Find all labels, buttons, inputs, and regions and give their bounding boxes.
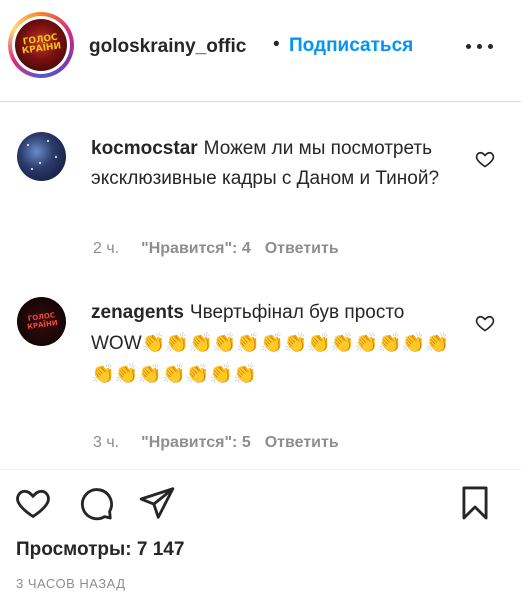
comment-likes[interactable]: "Нравится": 5 — [141, 434, 251, 451]
clapping-emojis: 👏👏👏👏👏👏👏👏👏👏👏👏👏👏👏👏👏👏👏👏 — [91, 332, 450, 385]
post-timestamp: 3 ЧАСОВ НАЗАД — [16, 576, 126, 591]
comment-text: zenagents Чвертьфінал був просто WOW👏👏👏👏👏… — [91, 298, 451, 390]
comment-time: 2 ч. — [93, 240, 120, 257]
post-header: ГОЛОС КРАЇНИ goloskrainy_offic • Подписа… — [0, 0, 521, 101]
more-dots-icon[interactable] — [466, 36, 494, 56]
heart-icon[interactable] — [14, 484, 52, 522]
header-divider — [0, 101, 521, 102]
reply-button[interactable]: Ответить — [265, 434, 339, 451]
commenter-avatar[interactable]: ГОЛОС КРАЇНИ — [17, 297, 66, 346]
bookmark-icon[interactable] — [456, 484, 494, 522]
comment-meta: 2 ч. "Нравится": 4 Ответить — [93, 240, 339, 258]
comment-username[interactable]: kocmocstar — [91, 138, 198, 159]
follow-button[interactable]: Подписаться — [289, 35, 413, 57]
profile-avatar[interactable]: ГОЛОС КРАЇНИ — [8, 12, 74, 78]
comment-text: kocmocstar Можем ли мы посмотреть эксклюз… — [91, 134, 461, 194]
comment-like-icon[interactable] — [475, 149, 495, 169]
comment-meta: 3 ч. "Нравится": 5 Ответить — [93, 434, 339, 452]
post-author-username[interactable]: goloskrainy_offic — [89, 36, 267, 58]
paper-plane-icon[interactable] — [138, 484, 176, 522]
comment-username[interactable]: zenagents — [91, 302, 184, 323]
post-actions-bar — [0, 480, 521, 524]
commenter-avatar[interactable] — [17, 132, 66, 181]
separator-dot: • — [273, 34, 280, 55]
comment-likes[interactable]: "Нравится": 4 — [141, 240, 251, 257]
view-count[interactable]: Просмотры: 7 147 — [16, 539, 184, 561]
avatar-logo: ГОЛОС КРАЇНИ — [21, 32, 62, 57]
comment-like-icon[interactable] — [475, 313, 495, 333]
comment-icon[interactable] — [77, 484, 115, 522]
comment-time: 3 ч. — [93, 434, 120, 451]
avatar-logo: ГОЛОС КРАЇНИ — [26, 311, 59, 332]
reply-button[interactable]: Ответить — [265, 240, 339, 257]
actions-divider — [0, 469, 521, 470]
